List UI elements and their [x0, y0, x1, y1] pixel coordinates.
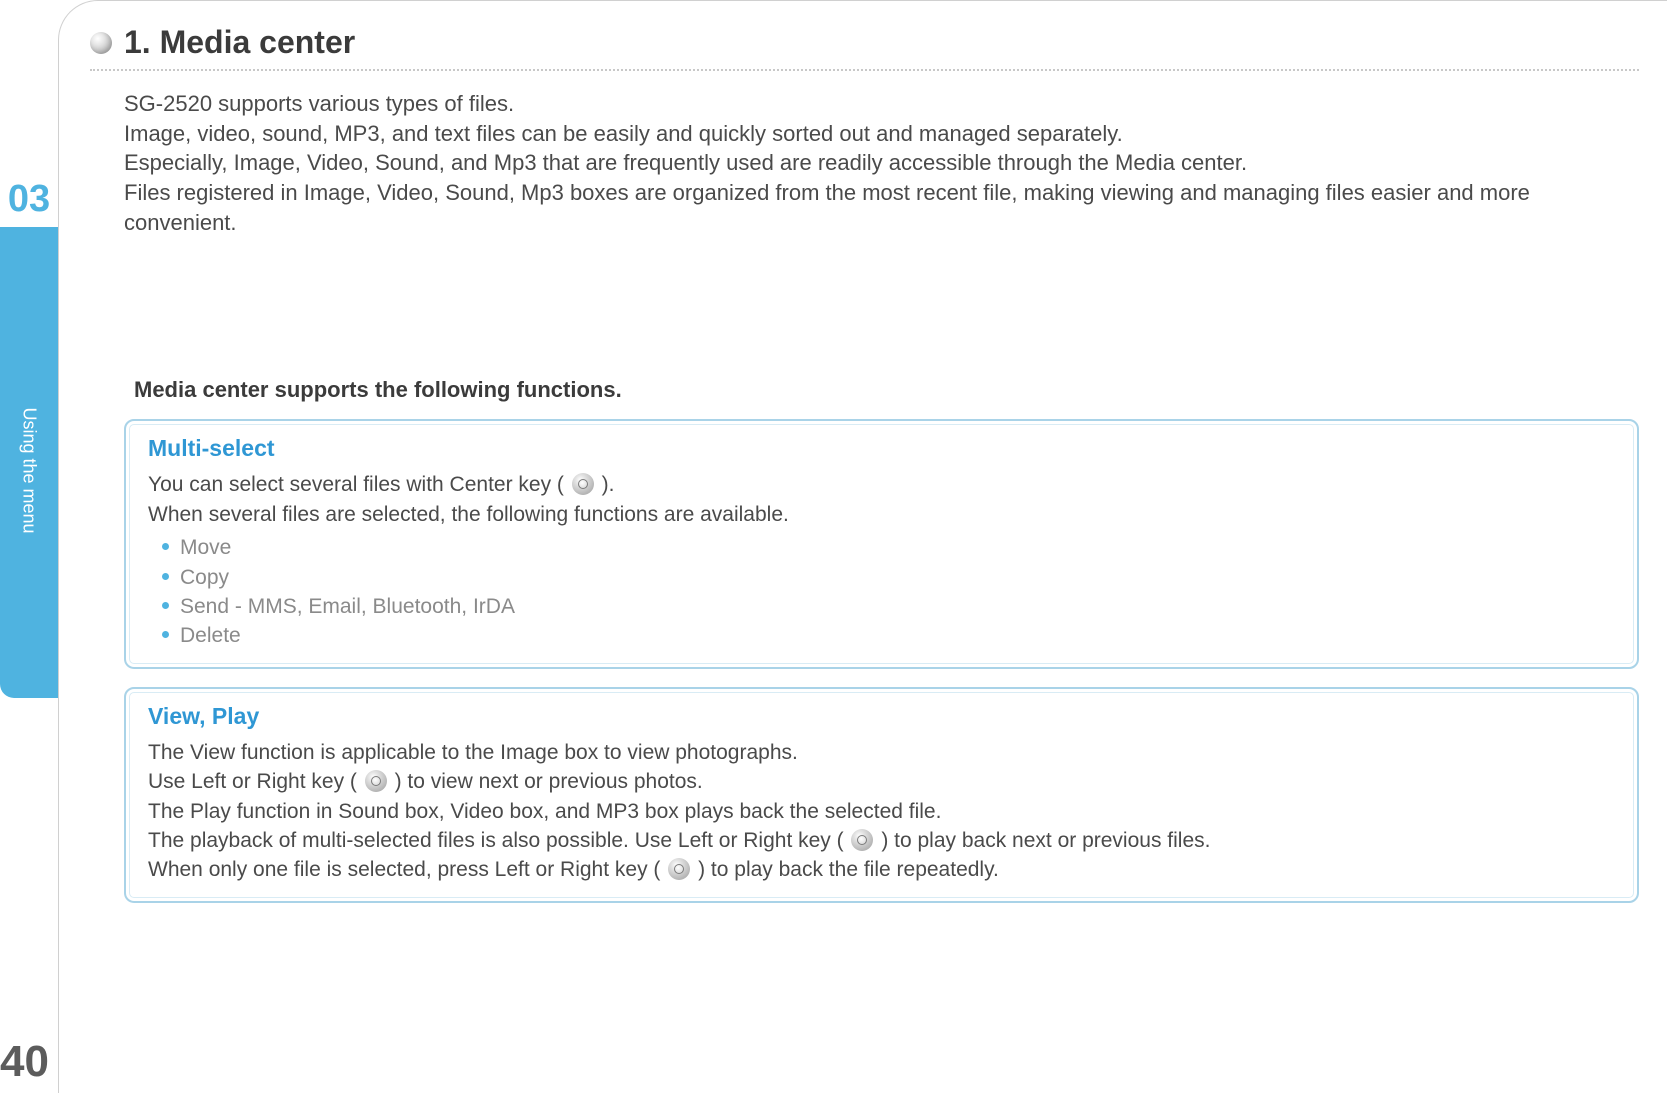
view-play-title: View, Play	[148, 703, 1615, 730]
nav-key-icon	[851, 829, 873, 851]
list-item: Delete	[162, 621, 1615, 650]
side-label: Using the menu	[0, 370, 58, 570]
chapter-number: 03	[0, 178, 58, 227]
view-play-line-4: The playback of multi-selected files is …	[148, 826, 1615, 855]
text-fragment: Use Left or Right key (	[148, 770, 363, 793]
view-play-line-2: Use Left or Right key ( ) to view next o…	[148, 767, 1615, 796]
intro-line-4: Files registered in Image, Video, Sound,…	[124, 178, 1639, 237]
view-play-line-5: When only one file is selected, press Le…	[148, 855, 1615, 884]
view-play-line-3: The Play function in Sound box, Video bo…	[148, 797, 1615, 826]
center-key-icon	[572, 473, 594, 495]
content-area: 1. Media center SG-2520 supports various…	[90, 24, 1639, 921]
multi-select-box: Multi-select You can select several file…	[124, 419, 1639, 668]
dotted-divider	[90, 69, 1639, 71]
text-fragment: ) to play back the file repeatedly.	[692, 858, 999, 881]
intro-paragraph: SG-2520 supports various types of files.…	[124, 89, 1639, 237]
intro-line-1: SG-2520 supports various types of files.	[124, 89, 1639, 119]
list-item: Copy	[162, 563, 1615, 592]
text-fragment: When only one file is selected, press Le…	[148, 858, 666, 881]
text-fragment: You can select several files with Center…	[148, 473, 570, 496]
functions-subheading: Media center supports the following func…	[134, 377, 1639, 403]
list-item: Move	[162, 533, 1615, 562]
view-play-line-1: The View function is applicable to the I…	[148, 738, 1615, 767]
view-play-body: The View function is applicable to the I…	[148, 738, 1615, 885]
nav-key-icon	[365, 770, 387, 792]
multi-select-title: Multi-select	[148, 435, 1615, 462]
bullet-sphere-icon	[90, 32, 112, 54]
page-heading: 1. Media center	[124, 24, 355, 61]
view-play-box: View, Play The View function is applicab…	[124, 687, 1639, 903]
intro-line-3: Especially, Image, Video, Sound, and Mp3…	[124, 148, 1639, 178]
multi-select-line-1: You can select several files with Center…	[148, 470, 1615, 499]
page-number: 40	[0, 1037, 49, 1087]
multi-select-body: You can select several files with Center…	[148, 470, 1615, 650]
side-label-text: Using the menu	[19, 407, 40, 533]
intro-line-2: Image, video, sound, MP3, and text files…	[124, 119, 1639, 149]
multi-select-line-2: When several files are selected, the fol…	[148, 500, 1615, 529]
heading-row: 1. Media center	[90, 24, 1639, 61]
text-fragment: ) to play back next or previous files.	[875, 829, 1210, 852]
text-fragment: The playback of multi-selected files is …	[148, 829, 849, 852]
text-fragment: ) to view next or previous photos.	[389, 770, 703, 793]
nav-key-icon	[668, 858, 690, 880]
list-item: Send - MMS, Email, Bluetooth, IrDA	[162, 592, 1615, 621]
multi-select-bullets: Move Copy Send - MMS, Email, Bluetooth, …	[162, 533, 1615, 651]
text-fragment: ).	[596, 473, 615, 496]
